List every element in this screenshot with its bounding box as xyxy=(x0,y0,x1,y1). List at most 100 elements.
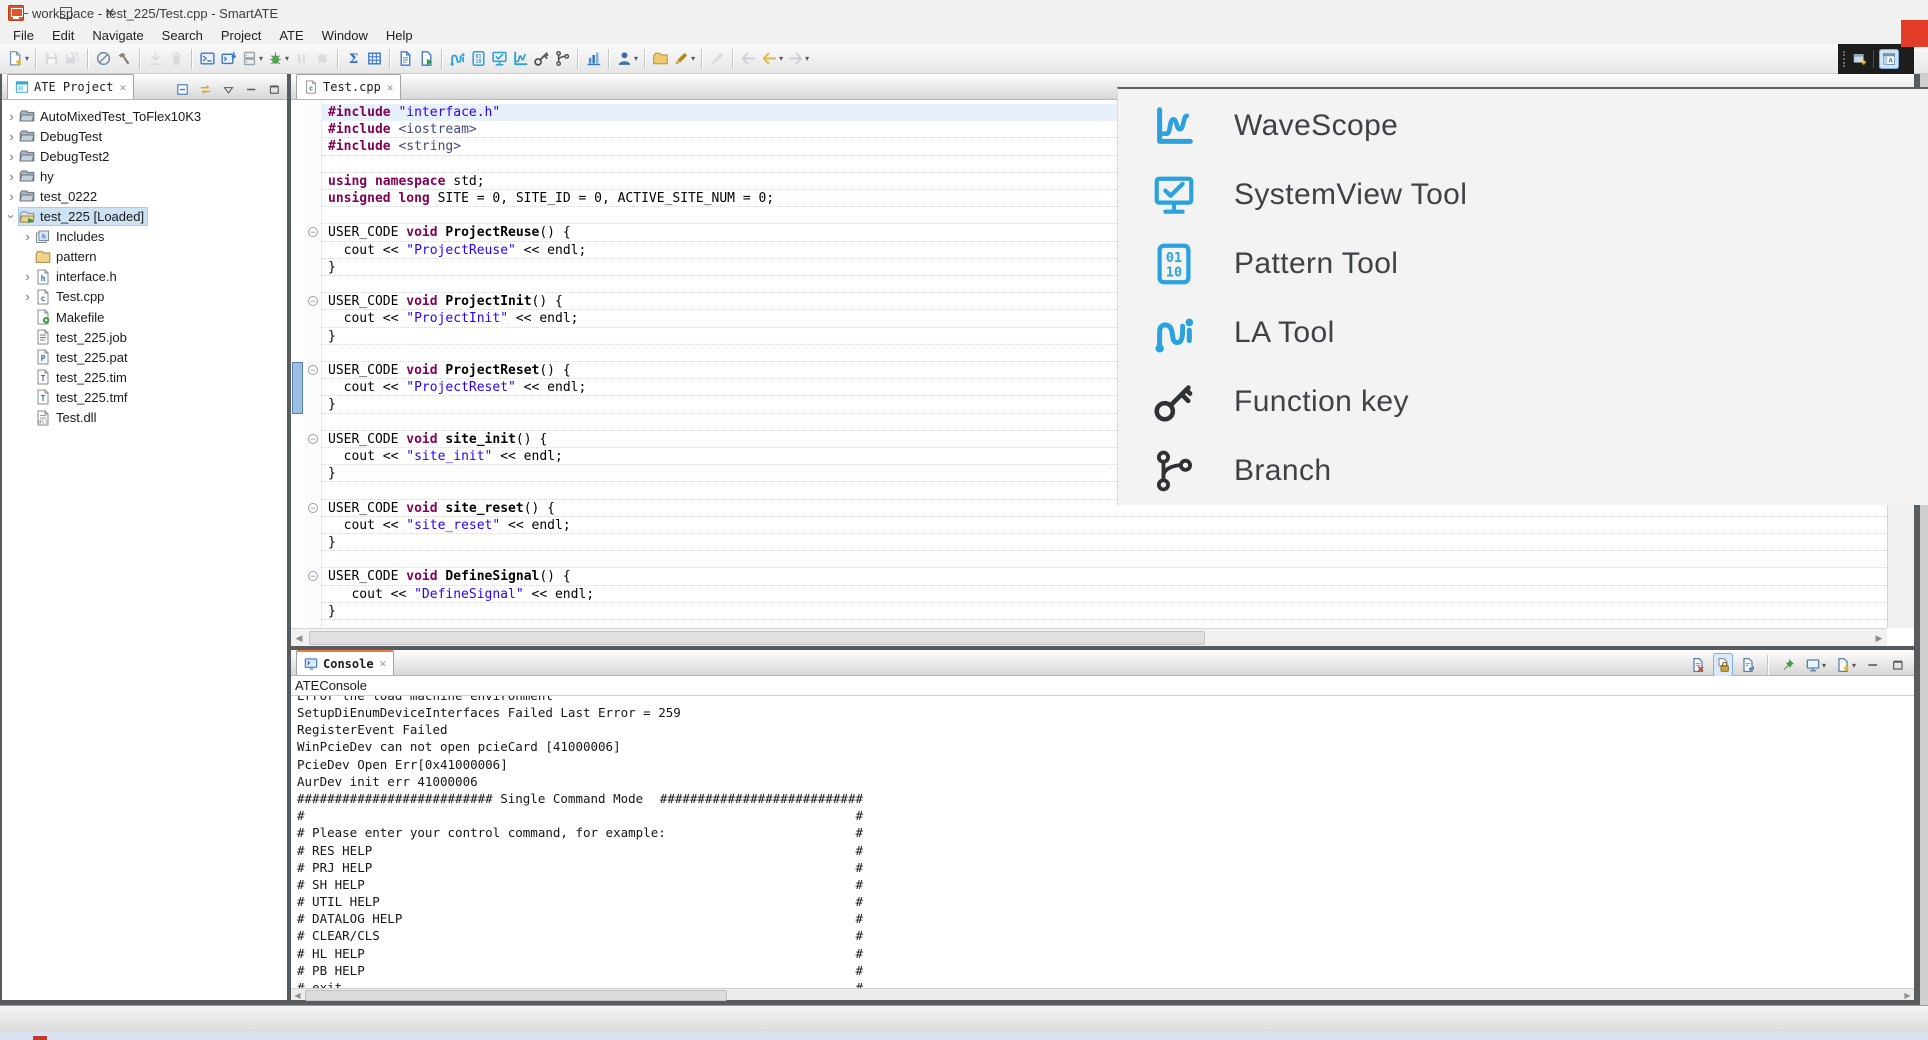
tree-item-hy[interactable]: ›hy xyxy=(2,166,287,186)
checker-button[interactable] xyxy=(364,47,385,71)
save-all-button[interactable] xyxy=(62,47,83,71)
save-button[interactable] xyxy=(41,47,62,71)
tab-ate-project[interactable]: ATE Project ✕ xyxy=(7,74,134,99)
menu-navigate[interactable]: Navigate xyxy=(83,28,152,43)
tools-menu-item-wavescope[interactable]: WaveScope xyxy=(1118,91,1928,160)
menu-search[interactable]: Search xyxy=(153,28,212,43)
maximize-view-button[interactable] xyxy=(1888,653,1908,677)
close-tab-icon[interactable]: ✕ xyxy=(387,81,394,94)
view-menu-button[interactable] xyxy=(219,77,238,101)
new-wizard-button[interactable]: ▾ xyxy=(5,47,31,71)
undo-arrow-button[interactable] xyxy=(738,47,759,71)
tree-item-makefile[interactable]: Makefile xyxy=(2,307,287,327)
minimize-view-button[interactable] xyxy=(1863,653,1883,677)
build-button[interactable] xyxy=(114,47,135,71)
maximize-view-button[interactable] xyxy=(265,77,284,101)
chevron-collapsed-icon[interactable]: › xyxy=(21,270,34,283)
menu-help[interactable]: Help xyxy=(377,28,422,43)
branch-tool-button[interactable] xyxy=(552,47,573,71)
collapse-all-button[interactable] xyxy=(173,77,192,101)
document-button[interactable] xyxy=(395,47,416,71)
menu-window[interactable]: Window xyxy=(313,28,377,43)
chevron-collapsed-icon[interactable]: › xyxy=(5,150,18,163)
minimize-view-button[interactable] xyxy=(242,77,261,101)
chevron-collapsed-icon[interactable]: › xyxy=(5,190,18,203)
tab-console[interactable]: Console ✕ xyxy=(296,650,394,675)
tools-menu-item-systemview-tool[interactable]: SystemView Tool xyxy=(1118,160,1928,229)
tree-item-pattern[interactable]: pattern xyxy=(2,247,287,267)
systemview-tool-button[interactable] xyxy=(489,47,510,71)
download-button[interactable] xyxy=(145,47,166,71)
scroll-right-icon[interactable]: ▶ xyxy=(1901,990,1914,1000)
stop-button[interactable] xyxy=(312,47,333,71)
la-tool-button[interactable] xyxy=(447,47,468,71)
function-key-button[interactable] xyxy=(531,47,552,71)
open-console-button[interactable]: ▾ xyxy=(1833,653,1858,677)
chevron-collapsed-icon[interactable]: › xyxy=(5,170,18,183)
scroll-right-icon[interactable]: ▶ xyxy=(1871,632,1887,644)
chevron-collapsed-icon[interactable]: › xyxy=(21,290,34,303)
scroll-left-icon[interactable]: ◀ xyxy=(291,632,307,644)
wavescope-tool-button[interactable] xyxy=(510,47,531,71)
menu-edit[interactable]: Edit xyxy=(43,28,83,43)
chevron-collapsed-icon[interactable]: › xyxy=(21,230,34,243)
word-wrap-button[interactable] xyxy=(1738,653,1758,677)
tree-item-test-225-tmf[interactable]: Ttest_225.tmf xyxy=(2,387,287,407)
document-run-button[interactable] xyxy=(416,47,437,71)
terminal-import-button[interactable] xyxy=(218,47,239,71)
chevron-collapsed-icon[interactable]: › xyxy=(5,110,18,123)
fold-collapse-icon[interactable]: − xyxy=(308,503,318,513)
tools-menu-item-branch[interactable]: Branch xyxy=(1118,436,1928,505)
scroll-left-icon[interactable]: ◀ xyxy=(291,990,304,1000)
clear-console-button[interactable] xyxy=(1688,653,1708,677)
tree-item-automixedtest-toflex10k3[interactable]: ›AutoMixedTest_ToFlex10K3 xyxy=(2,106,287,126)
tree-item-test-225-pat[interactable]: Ptest_225.pat xyxy=(2,347,287,367)
server-button[interactable]: ▾ xyxy=(239,47,265,71)
pattern-tool-button[interactable]: 0110 xyxy=(468,47,489,71)
debug-button[interactable]: ▾ xyxy=(265,47,291,71)
open-package-button[interactable] xyxy=(650,47,671,71)
tree-item-test-cpp[interactable]: ›cTest.cpp xyxy=(2,287,287,307)
menu-project[interactable]: Project xyxy=(212,28,270,43)
tree-item-test-0222[interactable]: ›test_0222 xyxy=(2,186,287,206)
pen-button[interactable] xyxy=(707,47,728,71)
ate-perspective-button[interactable]: A xyxy=(1879,49,1899,69)
tree-item-test-225-job[interactable]: test_225.job xyxy=(2,327,287,347)
scrollbar-thumb[interactable] xyxy=(309,631,1205,645)
tools-menu-item-la-tool[interactable]: LA Tool xyxy=(1118,298,1928,367)
open-perspective-button[interactable] xyxy=(1852,51,1868,67)
user-button[interactable]: ▾ xyxy=(614,47,640,71)
fill-tool-button[interactable]: ▾ xyxy=(671,47,697,71)
menu-ate[interactable]: ATE xyxy=(270,28,312,43)
chevron-expanded-icon[interactable]: › xyxy=(5,210,18,223)
pause-button[interactable] xyxy=(291,47,312,71)
tools-menu-item-function-key[interactable]: Function key xyxy=(1118,367,1928,436)
sigma-button[interactable]: Σ xyxy=(343,47,364,71)
console-output[interactable]: Error the load machine environmentSetupD… xyxy=(291,696,1914,988)
fold-collapse-icon[interactable]: − xyxy=(308,434,318,444)
tab-test-cpp[interactable]: c Test.cpp ✕ xyxy=(296,74,401,99)
link-editor-button[interactable] xyxy=(196,77,215,101)
tools-menu-item-pattern-tool[interactable]: 0110Pattern Tool xyxy=(1118,229,1928,298)
tree-item-test-225-loaded[interactable]: ›test_225 [Loaded] xyxy=(2,207,287,227)
tree-item-test-dll[interactable]: dllTest.dll xyxy=(2,408,287,428)
close-tab-icon[interactable]: ✕ xyxy=(119,81,126,94)
console-horizontal-scrollbar[interactable]: ◀ ▶ xyxy=(291,988,1914,1000)
close-tab-icon[interactable]: ✕ xyxy=(380,657,387,670)
tree-item-interface-h[interactable]: ›hinterface.h xyxy=(2,267,287,287)
tree-item-includes[interactable]: ›hIncludes xyxy=(2,227,287,247)
delete-button[interactable] xyxy=(166,47,187,71)
tree-item-test-225-tim[interactable]: Ttest_225.tim xyxy=(2,367,287,387)
fold-collapse-icon[interactable]: − xyxy=(308,365,318,375)
terminal-button[interactable] xyxy=(197,47,218,71)
editor-horizontal-scrollbar[interactable]: ◀ ▶ xyxy=(291,628,1887,646)
pin-console-button[interactable] xyxy=(1778,653,1798,677)
display-console-button[interactable]: ▾ xyxy=(1803,653,1828,677)
tree-item-debugtest[interactable]: ›DebugTest xyxy=(2,126,287,146)
tree-item-debugtest2[interactable]: ›DebugTest2 xyxy=(2,146,287,166)
scrollbar-thumb[interactable] xyxy=(305,990,727,1001)
scroll-lock-button[interactable] xyxy=(1713,653,1733,677)
skip-breakpoints-button[interactable] xyxy=(93,47,114,71)
chevron-collapsed-icon[interactable]: › xyxy=(5,130,18,143)
chart-button[interactable] xyxy=(583,47,604,71)
